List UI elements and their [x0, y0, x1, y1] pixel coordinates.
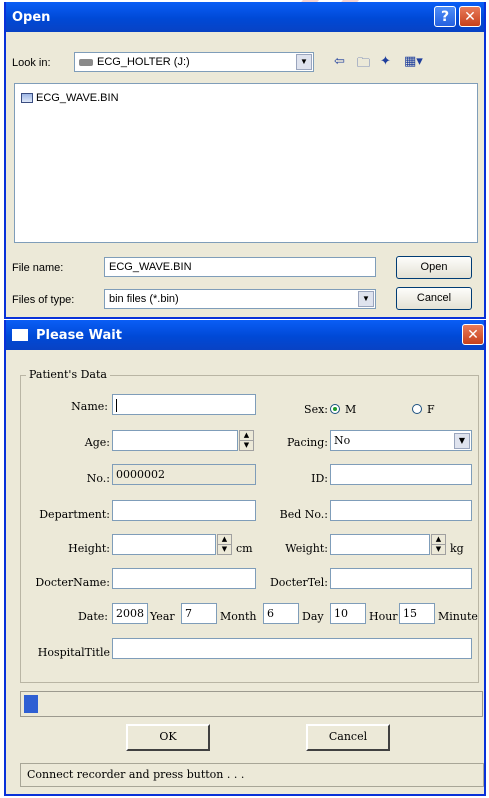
height-spinner[interactable]: ▲ ▼: [217, 534, 232, 555]
weight-input[interactable]: [330, 534, 430, 555]
hour-label: Hour: [369, 610, 398, 623]
spin-down-icon[interactable]: ▼: [432, 545, 445, 554]
age-label: Age:: [84, 436, 110, 449]
sex-f-label: F: [427, 403, 435, 416]
minute-label: Minute: [438, 610, 478, 623]
patient-data-group: [20, 375, 479, 683]
hospital-title-label: HospitalTitle: [37, 646, 110, 659]
close-icon[interactable]: ✕: [459, 6, 481, 27]
file-list[interactable]: ECG_WAVE.BIN: [14, 83, 478, 243]
please-wait-titlebar: Please Wait ✕: [6, 320, 484, 350]
ok-button[interactable]: OK: [126, 724, 210, 751]
weight-spinner[interactable]: ▲ ▼: [431, 534, 446, 555]
weight-label: Weight:: [285, 542, 328, 555]
year-label: Year: [150, 610, 175, 623]
bed-no-label: Bed No.:: [279, 508, 328, 521]
month-label: Month: [220, 610, 257, 623]
bed-no-input[interactable]: [330, 500, 472, 521]
spin-down-icon[interactable]: ▼: [218, 545, 231, 554]
file-name-value: ECG_WAVE.BIN: [109, 261, 192, 273]
cancel-button[interactable]: Cancel: [396, 287, 472, 310]
pacing-label: Pacing:: [287, 436, 328, 449]
weight-unit: kg: [450, 542, 464, 555]
hour-input[interactable]: 10: [330, 603, 366, 624]
age-input[interactable]: [112, 430, 238, 451]
height-label: Height:: [68, 542, 110, 555]
pacing-value: No: [334, 434, 351, 447]
docter-name-input[interactable]: [112, 568, 256, 589]
day-input[interactable]: 6: [263, 603, 299, 624]
please-wait-dialog: Please Wait ✕ Patient's Data Name: Sex: …: [4, 320, 486, 796]
spin-down-icon[interactable]: ▼: [240, 441, 253, 450]
dropdown-arrow-icon[interactable]: ▼: [358, 291, 374, 307]
please-wait-title: Please Wait: [36, 327, 122, 343]
sex-label: Sex:: [304, 403, 328, 416]
progress-fill: [24, 695, 38, 713]
height-unit: cm: [236, 542, 253, 555]
open-dialog: Open ? ✕ Look in: ECG_HOLTER (J:) ▼ ⇦ 🗀 …: [4, 2, 486, 319]
day-label: Day: [302, 610, 324, 623]
date-label: Date:: [77, 610, 108, 623]
help-icon[interactable]: ?: [434, 6, 456, 27]
new-folder-icon[interactable]: ✦: [380, 54, 391, 69]
id-label: ID:: [311, 472, 328, 485]
open-dialog-title: Open: [12, 9, 51, 25]
pacing-select[interactable]: No ▼: [330, 430, 472, 451]
files-of-type-dropdown[interactable]: bin files (*.bin) ▼: [104, 289, 376, 309]
minute-input[interactable]: 15: [399, 603, 435, 624]
open-button[interactable]: Open: [396, 256, 472, 279]
name-label: Name:: [71, 400, 108, 413]
no-field: 0000002: [112, 464, 256, 485]
file-name-input[interactable]: ECG_WAVE.BIN: [104, 257, 376, 277]
look-in-dropdown[interactable]: ECG_HOLTER (J:) ▼: [74, 52, 314, 72]
close-icon[interactable]: ✕: [462, 324, 484, 345]
docter-tel-label: DocterTel:: [269, 576, 328, 589]
spin-up-icon[interactable]: ▲: [432, 535, 445, 545]
window-icon: [12, 329, 28, 341]
age-spinner[interactable]: ▲ ▼: [239, 430, 254, 451]
file-item-name: ECG_WAVE.BIN: [36, 92, 119, 104]
dropdown-arrow-icon[interactable]: ▼: [296, 54, 312, 70]
dropdown-arrow-icon[interactable]: ▼: [454, 433, 470, 449]
file-name-label: File name:: [12, 262, 64, 274]
docter-tel-input[interactable]: [330, 568, 472, 589]
spin-up-icon[interactable]: ▲: [218, 535, 231, 545]
docter-name-label: DocterName:: [35, 576, 110, 589]
files-of-type-value: bin files (*.bin): [109, 293, 179, 305]
up-folder-icon[interactable]: 🗀: [357, 54, 370, 76]
spin-up-icon[interactable]: ▲: [240, 431, 253, 441]
hospital-title-input[interactable]: [112, 638, 472, 659]
month-input[interactable]: 7: [181, 603, 217, 624]
view-menu-icon[interactable]: ▦▾: [404, 54, 423, 69]
department-label: Department:: [39, 508, 110, 521]
file-icon: [21, 93, 33, 103]
look-in-value: ECG_HOLTER (J:): [97, 56, 190, 68]
sex-m-label: M: [345, 403, 357, 416]
sex-m-radio[interactable]: [330, 404, 340, 414]
drive-icon: [79, 58, 93, 66]
back-icon[interactable]: ⇦: [334, 54, 345, 69]
no-label: No.:: [86, 472, 110, 485]
open-dialog-titlebar: Open ? ✕: [6, 2, 484, 32]
year-input[interactable]: 2008: [112, 603, 148, 624]
status-bar: Connect recorder and press button . . .: [20, 763, 484, 787]
look-in-label: Look in:: [12, 57, 51, 69]
file-item[interactable]: ECG_WAVE.BIN: [21, 92, 119, 104]
name-input[interactable]: [112, 394, 256, 415]
department-input[interactable]: [112, 500, 256, 521]
progress-bar: [20, 691, 483, 717]
sex-f-radio[interactable]: [412, 404, 422, 414]
id-input[interactable]: [330, 464, 472, 485]
text-caret: [116, 398, 117, 412]
files-of-type-label: Files of type:: [12, 294, 75, 306]
cancel-button[interactable]: Cancel: [306, 724, 390, 751]
height-input[interactable]: [112, 534, 216, 555]
patient-data-group-title: Patient's Data: [26, 368, 110, 381]
